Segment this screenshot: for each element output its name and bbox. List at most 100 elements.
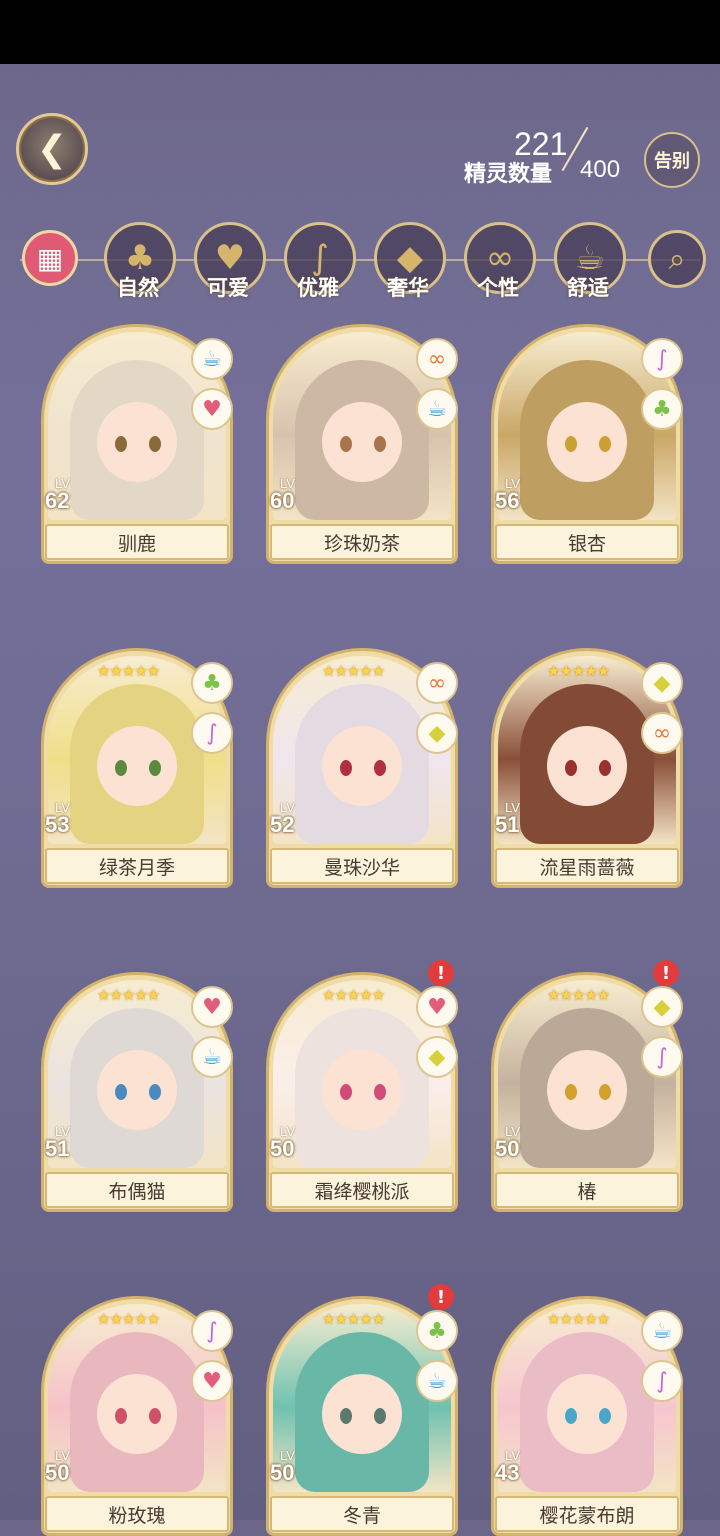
- spirit-name: 椿: [495, 1172, 679, 1208]
- level-number: 53: [45, 812, 70, 837]
- level-tag: LV 53: [45, 800, 89, 840]
- spirit-card[interactable]: ★★★★★ ☕ ∫ LV 43 樱花蒙布朗: [491, 1296, 683, 1536]
- star-rating: ★★★★★: [97, 1310, 160, 1328]
- glasses-icon: ∞: [416, 338, 458, 380]
- portrait-face: [322, 1050, 402, 1130]
- star-rating: ★★★★★: [547, 986, 610, 1004]
- level-number: 50: [495, 1136, 520, 1161]
- level-tag: LV 50: [270, 1448, 314, 1488]
- level-number: 50: [270, 1460, 295, 1485]
- portrait-eye: [149, 1084, 161, 1100]
- alert-icon: !: [653, 960, 679, 986]
- portrait-eye: [340, 1408, 352, 1424]
- spirit-card[interactable]: ★★★★★ ♣ ☕! LV 50 冬青: [266, 1284, 458, 1536]
- spirit-card[interactable]: ★★★★★ ◆ ∞ LV 51 流星雨蔷薇: [491, 648, 683, 888]
- level-tag: LV 50: [270, 1124, 314, 1164]
- glasses-icon: ∞: [416, 662, 458, 704]
- portrait-face: [97, 1050, 177, 1130]
- portrait-eye: [115, 1084, 127, 1100]
- clover-icon: ♣: [191, 662, 233, 704]
- spirit-card[interactable]: ☕ ♥ LV 62 驯鹿: [41, 324, 233, 564]
- clover-icon: ♣: [641, 388, 683, 430]
- swan-icon: ∫: [191, 1310, 233, 1352]
- star-rating: ★★★★★: [547, 662, 610, 680]
- teacup-icon: ☕: [191, 338, 233, 380]
- level-number: 62: [45, 488, 70, 513]
- portrait-eye: [565, 1084, 577, 1100]
- portrait-face: [97, 402, 177, 482]
- star-rating: ★★★★★: [97, 662, 160, 680]
- portrait-eye: [115, 436, 127, 452]
- level-number: 51: [45, 1136, 70, 1161]
- spirit-card[interactable]: ★★★★★ ♥ ◆! LV 50 霜绛樱桃派: [266, 960, 458, 1212]
- portrait-face: [547, 402, 627, 482]
- teacup-icon: ☕: [641, 1310, 683, 1352]
- teacup-icon: ☕: [416, 1360, 458, 1402]
- spirit-name: 绿茶月季: [45, 848, 229, 884]
- star-rating: ★★★★★: [322, 986, 385, 1004]
- heart-icon: ♥: [191, 986, 233, 1028]
- portrait-eye: [149, 436, 161, 452]
- level-tag: LV 50: [45, 1448, 89, 1488]
- portrait-eye: [599, 760, 611, 776]
- level-tag: LV 62: [45, 476, 89, 516]
- level-tag: LV 50: [495, 1124, 539, 1164]
- level-number: 56: [495, 488, 520, 513]
- portrait-eye: [340, 1084, 352, 1100]
- heart-icon: ♥: [416, 986, 458, 1028]
- diamond-icon: ◆: [416, 712, 458, 754]
- spirit-card[interactable]: ∞ ☕ LV 60 珍珠奶茶: [266, 324, 458, 564]
- portrait-face: [322, 402, 402, 482]
- portrait-eye: [115, 1408, 127, 1424]
- portrait-eye: [565, 436, 577, 452]
- spirit-name: 布偶猫: [45, 1172, 229, 1208]
- swan-icon: ∫: [641, 1360, 683, 1402]
- spirit-name: 粉玫瑰: [45, 1496, 229, 1532]
- spirit-name: 霜绛樱桃派: [270, 1172, 454, 1208]
- level-tag: LV 60: [270, 476, 314, 516]
- clover-icon: ♣: [416, 1310, 458, 1352]
- swan-icon: ∫: [641, 1036, 683, 1078]
- swan-icon: ∫: [191, 712, 233, 754]
- spirit-name: 曼珠沙华: [270, 848, 454, 884]
- level-number: 51: [495, 812, 520, 837]
- portrait-face: [322, 726, 402, 806]
- spirit-card[interactable]: ★★★★★ ∞ ◆ LV 52 曼珠沙华: [266, 648, 458, 888]
- portrait-eye: [599, 1408, 611, 1424]
- level-number: 43: [495, 1460, 520, 1485]
- portrait-face: [322, 1374, 402, 1454]
- spirit-card[interactable]: ∫ ♣ LV 56 银杏: [491, 324, 683, 564]
- portrait-eye: [149, 1408, 161, 1424]
- star-rating: ★★★★★: [322, 1310, 385, 1328]
- spirit-grid: ☕ ♥ LV 62 驯鹿 ∞ ☕ LV 60 珍珠奶茶 ∫ ♣ LV 56 银杏 ★★★★★ ♣ ∫ LV 53 绿茶月…: [0, 0, 720, 1536]
- level-tag: LV 56: [495, 476, 539, 516]
- portrait-face: [97, 726, 177, 806]
- spirit-card[interactable]: ★★★★★ ∫ ♥ LV 50 粉玫瑰: [41, 1296, 233, 1536]
- spirit-name: 樱花蒙布朗: [495, 1496, 679, 1532]
- portrait-eye: [599, 436, 611, 452]
- portrait-eye: [565, 760, 577, 776]
- spirit-name: 驯鹿: [45, 524, 229, 560]
- spirit-card[interactable]: ★★★★★ ◆ ∫! LV 50 椿: [491, 960, 683, 1212]
- swan-icon: ∫: [641, 338, 683, 380]
- portrait-eye: [374, 1408, 386, 1424]
- spirit-card[interactable]: ★★★★★ ♣ ∫ LV 53 绿茶月季: [41, 648, 233, 888]
- teacup-icon: ☕: [416, 388, 458, 430]
- diamond-icon: ◆: [641, 662, 683, 704]
- level-number: 60: [270, 488, 295, 513]
- portrait-eye: [374, 436, 386, 452]
- spirit-card[interactable]: ★★★★★ ♥ ☕ LV 51 布偶猫: [41, 972, 233, 1212]
- portrait-eye: [340, 436, 352, 452]
- alert-icon: !: [428, 1284, 454, 1310]
- glasses-icon: ∞: [641, 712, 683, 754]
- heart-icon: ♥: [191, 1360, 233, 1402]
- portrait-eye: [565, 1408, 577, 1424]
- heart-icon: ♥: [191, 388, 233, 430]
- level-number: 50: [270, 1136, 295, 1161]
- spirit-name: 流星雨蔷薇: [495, 848, 679, 884]
- portrait-face: [547, 1374, 627, 1454]
- portrait-eye: [599, 1084, 611, 1100]
- portrait-face: [547, 1050, 627, 1130]
- portrait-eye: [340, 760, 352, 776]
- teacup-icon: ☕: [191, 1036, 233, 1078]
